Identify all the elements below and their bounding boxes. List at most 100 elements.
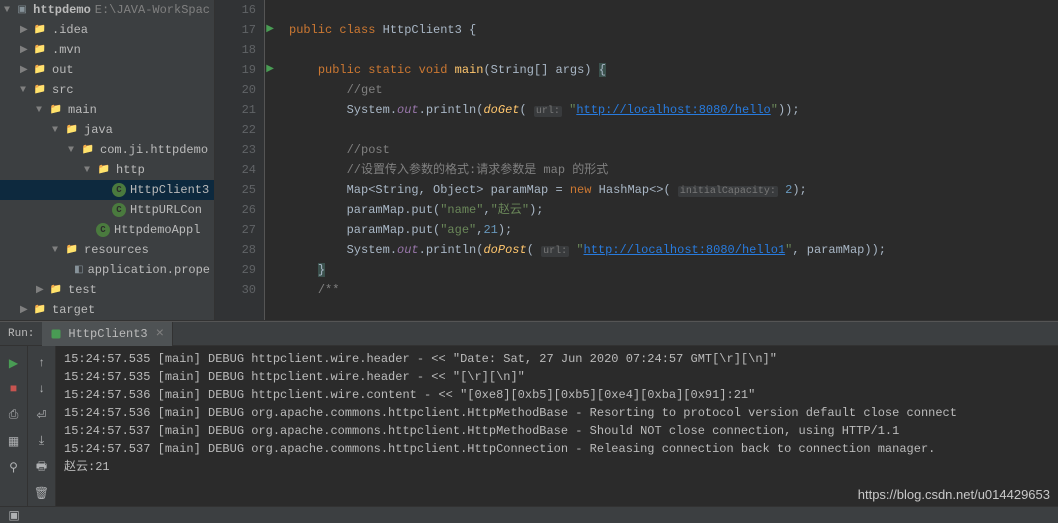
tree-label: .idea <box>52 23 88 37</box>
gutter-line[interactable]: 22 <box>215 120 256 140</box>
tree-arrow[interactable]: ▼ <box>68 145 78 156</box>
project-tree[interactable]: ▼ ▣ httpdemo E:\JAVA-WorkSpac ▶📁.idea▶📁.… <box>0 0 215 320</box>
gutter-line[interactable]: 19▶ <box>215 60 256 80</box>
class-icon: C <box>112 203 126 217</box>
run-header: Run: HttpClient3 × <box>0 322 1058 346</box>
folder-icon: 📁 <box>48 282 64 298</box>
tree-label: out <box>52 63 74 77</box>
tree-arrow[interactable]: ▶ <box>20 304 30 316</box>
gutter-line[interactable]: 16 <box>215 0 256 20</box>
gutter-line[interactable]: 29 <box>215 260 256 280</box>
code-area[interactable]: public class HttpClient3 { public static… <box>265 0 1058 320</box>
gutter-line[interactable]: 28 <box>215 240 256 260</box>
run-tab[interactable]: HttpClient3 × <box>42 322 173 346</box>
class-icon: C <box>112 183 126 197</box>
tree-arrow[interactable]: ▼ <box>84 165 94 176</box>
gutter-line[interactable]: 20 <box>215 80 256 100</box>
gutter-line[interactable]: 17▶ <box>215 20 256 40</box>
tree-item-httpdemoappl[interactable]: C HttpdemoAppl <box>0 220 214 240</box>
gutter-line[interactable]: 27 <box>215 220 256 240</box>
tree-item-test[interactable]: ▶📁test <box>0 280 214 300</box>
tree-label: HttpdemoAppl <box>114 223 200 237</box>
close-icon[interactable]: × <box>156 326 164 342</box>
folder-icon: 📁 <box>80 142 96 158</box>
output-line: 15:24:57.535 [main] DEBUG httpclient.wir… <box>64 368 1050 386</box>
tree-item-resources[interactable]: ▼📁 resources <box>0 240 214 260</box>
run-output[interactable]: 15:24:57.535 [main] DEBUG httpclient.wir… <box>56 346 1058 506</box>
folder-orange-icon: 📁 <box>32 62 48 78</box>
folder-icon: 📁 <box>96 162 112 178</box>
output-line: 15:24:57.537 [main] DEBUG org.apache.com… <box>64 422 1050 440</box>
output-line: 15:24:57.535 [main] DEBUG httpclient.wir… <box>64 350 1050 368</box>
run-panel: Run: HttpClient3 × ▶ ■ ⎙ ▦ ⚲ ↑ ↓ ⏎ ⤓ 🖶 🗑… <box>0 321 1058 506</box>
folder-icon: 📁 <box>32 42 48 58</box>
run-toolbar-left: ▶ ■ ⎙ ▦ ⚲ <box>0 346 28 506</box>
wrap-button[interactable]: ⏎ <box>31 404 53 426</box>
tree-item-com-ji-httpdemo[interactable]: ▼📁 com.ji.httpdemo <box>0 140 214 160</box>
rerun-button[interactable]: ▶ <box>3 352 25 374</box>
run-tab-label: HttpClient3 <box>68 327 147 341</box>
folder-blue-icon: 📁 <box>64 122 80 138</box>
module-icon: ▣ <box>15 2 29 18</box>
tree-item-main[interactable]: ▼📁main <box>0 100 214 120</box>
tree-arrow[interactable]: ▶ <box>20 24 30 36</box>
run-label: Run: <box>0 328 42 340</box>
tree-item-java[interactable]: ▼📁 java <box>0 120 214 140</box>
tree-item--mvn[interactable]: ▶📁.mvn <box>0 40 214 60</box>
gutter-line[interactable]: 21 <box>215 100 256 120</box>
tree-arrow[interactable]: ▶ <box>20 64 30 76</box>
tree-arrow[interactable]: ▼ <box>4 5 13 16</box>
output-line: 赵云:21 <box>64 458 1050 476</box>
tree-label: java <box>84 123 113 137</box>
tree-label: httpdemo <box>33 3 91 17</box>
tree-item-httpurlcon[interactable]: C HttpURLCon <box>0 200 214 220</box>
gutter-line[interactable]: 26 <box>215 200 256 220</box>
folder-icon: 📁 <box>32 82 48 98</box>
tree-item-src[interactable]: ▼📁src <box>0 80 214 100</box>
up-button[interactable]: ↑ <box>31 352 53 374</box>
tree-item-target[interactable]: ▶📁target <box>0 300 214 320</box>
tree-arrow[interactable]: ▼ <box>20 85 30 96</box>
gutter-line[interactable]: 18 <box>215 40 256 60</box>
tree-label: HttpURLCon <box>130 203 202 217</box>
gutter-line[interactable]: 23 <box>215 140 256 160</box>
bottom-bar: ▣ <box>0 506 1058 523</box>
layout-button[interactable]: ▦ <box>3 430 25 452</box>
tree-label: http <box>116 163 145 177</box>
tree-label: resources <box>84 243 149 257</box>
tree-arrow[interactable]: ▼ <box>36 105 46 116</box>
pin-button[interactable]: ⚲ <box>3 456 25 478</box>
tree-label: com.ji.httpdemo <box>100 143 208 157</box>
tree-item-httpclient3[interactable]: CHttpClient3 <box>0 180 214 200</box>
tree-arrow[interactable]: ▶ <box>36 284 46 296</box>
output-line: 15:24:57.537 [main] DEBUG org.apache.com… <box>64 440 1050 458</box>
gutter-line[interactable]: 24 <box>215 160 256 180</box>
tree-label: main <box>68 103 97 117</box>
stop-button[interactable]: ■ <box>3 378 25 400</box>
tree-arrow[interactable]: ▼ <box>52 125 62 136</box>
tree-path: E:\JAVA-WorkSpac <box>95 3 210 17</box>
gutter-line[interactable]: 30 <box>215 280 256 300</box>
gutter-line[interactable]: 25 <box>215 180 256 200</box>
tree-arrow[interactable]: ▶ <box>20 44 30 56</box>
folder-orange-icon: 📁 <box>32 302 48 318</box>
tree-item-http[interactable]: ▼📁 http <box>0 160 214 180</box>
screenshot-button[interactable]: ⎙ <box>3 404 25 426</box>
gutter[interactable]: 1617▶1819▶2021222324252627282930 <box>215 0 265 320</box>
tree-arrow[interactable]: ▼ <box>52 245 62 256</box>
tree-item-out[interactable]: ▶📁 out <box>0 60 214 80</box>
tree-item--idea[interactable]: ▶📁.idea <box>0 20 214 40</box>
run-marker-icon[interactable]: ▶ <box>266 60 274 80</box>
clear-button[interactable]: 🗑 <box>31 482 53 504</box>
print-button[interactable]: 🖶 <box>31 456 53 478</box>
down-button[interactable]: ↓ <box>31 378 53 400</box>
folder-icon: 📁 <box>64 242 80 258</box>
output-line: 15:24:57.536 [main] DEBUG httpclient.wir… <box>64 386 1050 404</box>
class-icon: C <box>96 223 110 237</box>
run-marker-icon[interactable]: ▶ <box>266 20 274 40</box>
code-editor[interactable]: 1617▶1819▶2021222324252627282930 public … <box>215 0 1058 320</box>
tree-item-application-prope[interactable]: ◧application.prope <box>0 260 214 280</box>
tree-root[interactable]: ▼ ▣ httpdemo E:\JAVA-WorkSpac <box>0 0 214 20</box>
tool-window-button[interactable]: ▣ <box>4 507 24 523</box>
scroll-button[interactable]: ⤓ <box>31 430 53 452</box>
